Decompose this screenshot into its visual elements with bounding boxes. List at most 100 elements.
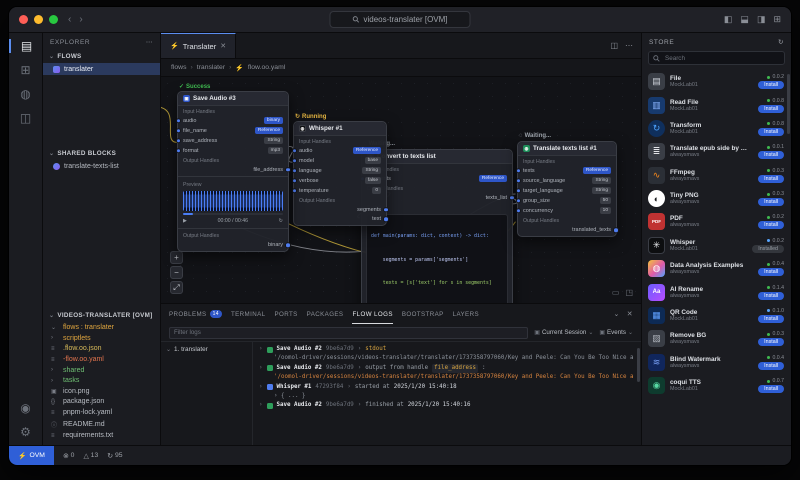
store-item-read-file[interactable]: ▥ Read File MockLab01 0.0.8 Install <box>642 93 791 116</box>
file-row[interactable]: › scriptlets <box>43 333 160 344</box>
input-handle-row[interactable]: texts Reference <box>518 166 616 176</box>
file-row[interactable]: ⓘ README.md <box>43 418 160 431</box>
toggle-panel-icon[interactable]: ⬓ <box>740 14 749 25</box>
node-header[interactable]: ▣ Save Audio #3 <box>178 92 288 106</box>
split-editor-icon[interactable]: ◫ <box>610 41 618 50</box>
flows-section-header[interactable]: ⌄ FLOWS <box>43 50 160 63</box>
zoom-fit-button[interactable]: ⤢ <box>170 281 183 294</box>
input-handle-row[interactable]: format mp3 <box>178 146 288 156</box>
zoom-in-button[interactable]: + <box>170 251 183 264</box>
remote-indicator[interactable]: ⚡ OVM <box>9 446 54 465</box>
close-panel-icon[interactable]: ✕ <box>627 310 633 318</box>
tab-problems[interactable]: PROBLEMS 14 <box>169 304 222 324</box>
input-handle-row[interactable]: concurrency 10 <box>518 206 616 216</box>
input-handle-row[interactable]: verbose false <box>294 176 386 186</box>
store-item-translate-epub[interactable]: ≣ Translate epub side by … alwaysmavs 0.0.1… <box>642 140 791 163</box>
store-item-ffmpeg[interactable]: ∿ FFmpeg alwaysmavs 0.0.3 Install <box>642 164 791 187</box>
breadcrumb-translater[interactable]: translater <box>197 64 225 71</box>
warnings-status[interactable]: △ 13 <box>83 452 98 460</box>
output-handle-row[interactable]: segments <box>294 205 386 214</box>
file-row[interactable]: › tasks <box>43 375 160 386</box>
nav-forward-icon[interactable]: › <box>79 14 82 25</box>
errors-status[interactable]: ⊗ 0 <box>63 452 74 460</box>
input-handle-row[interactable]: model base <box>294 156 386 166</box>
store-item-file[interactable]: ▤ File MockLab01 0.0.2 Install <box>642 70 791 93</box>
loop-icon[interactable]: ↻ <box>279 218 283 224</box>
file-row[interactable]: ≡ pnpm-lock.yaml <box>43 407 160 418</box>
explorer-more-icon[interactable]: ⋯ <box>146 38 153 46</box>
install-button[interactable]: Install <box>758 338 784 347</box>
flow-canvas[interactable]: ✓ Success ▣ Save Audio #3 Input Handles … <box>161 77 641 303</box>
tab-terminal[interactable]: TERMINAL <box>231 304 266 324</box>
shared-block-item[interactable]: translate-texts-list <box>43 160 160 172</box>
install-button[interactable]: Install <box>758 104 784 113</box>
input-handle-row[interactable]: audio Reference <box>294 146 386 156</box>
file-row[interactable]: ≡ -flow.oo.yaml <box>43 354 160 365</box>
tab-bootstrap[interactable]: BOOTSTRAP <box>402 304 444 324</box>
settings-gear-icon[interactable]: ⚙ <box>9 425 42 439</box>
toggle-left-sidebar-icon[interactable]: ◧ <box>724 14 733 25</box>
tab-translater[interactable]: ⚡ Translater ✕ <box>161 33 237 58</box>
install-button[interactable]: Install <box>758 385 784 394</box>
file-row[interactable]: ≡ .flow.oo.json <box>43 344 160 355</box>
expand-icon[interactable]: › <box>259 345 263 354</box>
minimap-icon[interactable]: ▭ <box>612 288 620 297</box>
expand-icon[interactable]: › <box>259 364 263 373</box>
collapse-panel-icon[interactable]: ⌄ <box>613 310 619 318</box>
file-row[interactable]: ⌄ flows : translater <box>43 322 160 333</box>
output-handle-row[interactable]: binary <box>178 240 288 251</box>
play-icon[interactable]: ▶ <box>183 218 187 224</box>
file-row[interactable]: › shared <box>43 365 160 376</box>
store-item-pdf[interactable]: PDF PDF alwaysmavs 0.0.2 Install <box>642 210 791 233</box>
nav-back-icon[interactable]: ‹ <box>68 14 71 25</box>
file-row[interactable]: ▣ icon.png <box>43 386 160 397</box>
input-handle-row[interactable]: language String <box>294 166 386 176</box>
install-button[interactable]: Install <box>758 174 784 183</box>
refresh-icon[interactable]: ↻ <box>778 38 784 46</box>
layout-icon[interactable]: ◫ <box>9 111 42 125</box>
audio-progress-bar[interactable] <box>183 212 283 215</box>
zoom-out-button[interactable]: − <box>170 266 183 279</box>
install-button[interactable]: Install <box>758 198 784 207</box>
session-filter-dropdown[interactable]: ▣ Current Session ⌄ <box>534 329 593 336</box>
install-button[interactable]: Install <box>758 81 784 90</box>
store-item-tiny-png[interactable]: ◐ Tiny PNG alwaysmavs 0.0.3 Install <box>642 187 791 210</box>
install-button[interactable]: Install <box>758 361 784 370</box>
logs-tree-item[interactable]: ⌄ 1. translater <box>166 346 247 353</box>
audio-waveform[interactable] <box>183 190 283 211</box>
zoom-window-button[interactable] <box>49 15 58 24</box>
breadcrumb-file[interactable]: flow.oo.yaml <box>248 64 285 71</box>
input-handle-row[interactable]: file_name Reference <box>178 126 288 136</box>
log-expand-object[interactable]: › { ... } <box>259 392 633 401</box>
install-button[interactable]: Install <box>758 268 784 277</box>
install-button[interactable]: Install <box>758 291 784 300</box>
scriptlet-code[interactable]: def main(params: dict, context) -> dict:… <box>366 213 508 303</box>
install-button[interactable]: Install <box>758 221 784 230</box>
store-item-coqui-tts[interactable]: ◉ coqui TTS MockLab01 0.0.7 Install <box>642 374 791 397</box>
output-handle-row[interactable]: text <box>294 214 386 225</box>
tab-packages[interactable]: PACKAGES <box>307 304 344 324</box>
store-item-ai-rename[interactable]: Aa AI Rename alwaysmavs 0.1.4 Install <box>642 280 791 303</box>
more-actions-icon[interactable]: ⋯ <box>625 41 633 50</box>
minimize-window-button[interactable] <box>34 15 43 24</box>
install-button[interactable]: Install <box>758 151 784 160</box>
tab-layers[interactable]: LAYERS <box>453 304 479 324</box>
filter-logs-input[interactable] <box>169 326 529 339</box>
tab-flow-logs[interactable]: FLOW LOGS <box>352 304 392 324</box>
node-header[interactable]: ◍ Whisper #1 <box>294 122 386 136</box>
input-handle-row[interactable]: source_language String <box>518 176 616 186</box>
breadcrumb[interactable]: flows › translater › ⚡ flow.oo.yaml <box>161 59 641 77</box>
blocks-icon[interactable]: ◍ <box>9 87 42 101</box>
tab-ports[interactable]: PORTS <box>274 304 297 324</box>
output-handle-row[interactable]: file_address <box>178 165 288 174</box>
store-item-transform[interactable]: ↻ Transform MockLab01 0.0.8 Install <box>642 117 791 140</box>
input-handle-row[interactable]: save_address String <box>178 136 288 146</box>
install-button[interactable]: Install <box>758 314 784 323</box>
output-handle-row[interactable]: translated_texts <box>518 225 616 236</box>
store-icon[interactable]: ⊞ <box>9 63 42 77</box>
store-item-whisper[interactable]: ✳ Whisper MockLab01 0.0.2 Installed <box>642 234 791 257</box>
input-handle-row[interactable]: temperature 0 <box>294 186 386 196</box>
input-handle-row[interactable]: group_size 50 <box>518 196 616 206</box>
fullscreen-icon[interactable]: ◳ <box>625 288 633 297</box>
store-search[interactable] <box>648 51 785 65</box>
